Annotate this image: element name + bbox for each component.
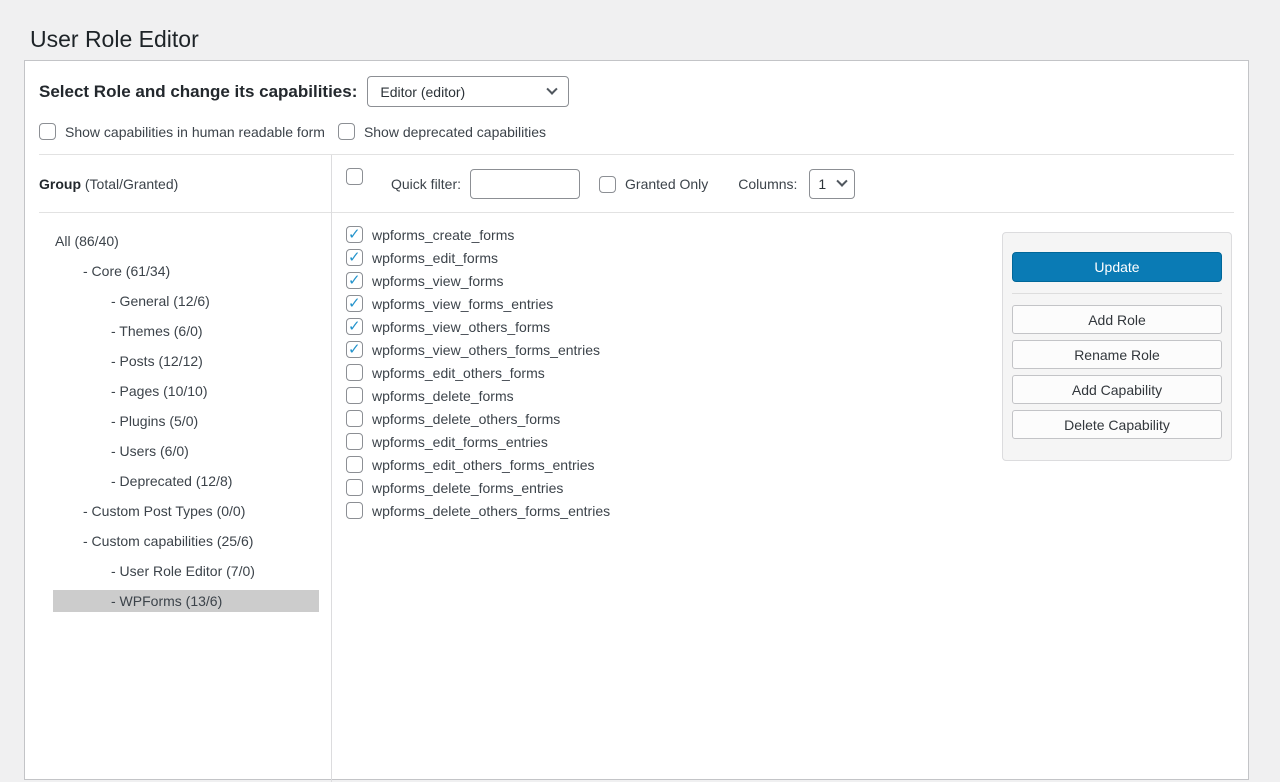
group-tree-item[interactable]: - WPForms (13/6) — [53, 590, 319, 612]
capability-checkbox[interactable] — [346, 295, 363, 312]
capability-checkbox[interactable] — [346, 410, 363, 427]
capability-label: wpforms_delete_forms_entries — [372, 480, 563, 496]
group-tree-item[interactable]: - Pages (10/10) — [53, 380, 319, 402]
select-all-checkbox[interactable] — [346, 168, 363, 185]
capability-row: wpforms_view_others_forms_entries — [346, 341, 610, 358]
role-section: Select Role and change its capabilities:… — [39, 61, 1234, 155]
quick-filter-label: Quick filter: — [391, 176, 461, 192]
capability-label: wpforms_view_forms — [372, 273, 503, 289]
capability-row: wpforms_delete_others_forms — [346, 410, 610, 427]
capability-row: wpforms_edit_forms — [346, 249, 610, 266]
secondary-actions: Add Role Rename Role Add Capability Dele… — [1012, 305, 1222, 439]
capability-row: wpforms_view_others_forms — [346, 318, 610, 335]
capability-label: wpforms_view_forms_entries — [372, 296, 553, 312]
granted-only-checkbox[interactable] — [599, 176, 616, 193]
group-tree-item[interactable]: - Plugins (5/0) — [53, 410, 319, 432]
capability-row: wpforms_edit_others_forms_entries — [346, 456, 610, 473]
granted-only-label: Granted Only — [625, 176, 708, 192]
capability-checkbox[interactable] — [346, 341, 363, 358]
columns-label: Columns: — [738, 176, 797, 192]
capability-label: wpforms_create_forms — [372, 227, 514, 243]
capability-row: wpforms_delete_others_forms_entries — [346, 502, 610, 519]
capability-checkbox[interactable] — [346, 249, 363, 266]
capability-label: wpforms_delete_others_forms_entries — [372, 503, 610, 519]
capability-checkbox[interactable] — [346, 318, 363, 335]
role-select-value: Editor (editor) — [380, 84, 548, 100]
groups-header: Group (Total/Granted) — [25, 155, 331, 213]
capability-row: wpforms_edit_others_forms — [346, 364, 610, 381]
capability-checkbox[interactable] — [346, 502, 363, 519]
groups-header-bold: Group — [39, 176, 81, 192]
actions-panel: Update Add Role Rename Role Add Capabili… — [1002, 232, 1232, 461]
capability-label: wpforms_edit_forms_entries — [372, 434, 548, 450]
groups-header-rest: (Total/Granted) — [81, 176, 178, 192]
capability-checkbox[interactable] — [346, 433, 363, 450]
capability-checkbox[interactable] — [346, 364, 363, 381]
group-tree-item[interactable]: - User Role Editor (7/0) — [53, 560, 319, 582]
capability-checkbox[interactable] — [346, 387, 363, 404]
show-deprecated-label: Show deprecated capabilities — [364, 124, 546, 140]
group-tree-item[interactable]: All (86/40) — [53, 230, 319, 252]
group-tree-item[interactable]: - Core (61/34) — [53, 260, 319, 282]
user-role-editor-panel: Select Role and change its capabilities:… — [24, 60, 1249, 780]
capability-label: wpforms_edit_others_forms_entries — [372, 457, 595, 473]
capability-label: wpforms_view_others_forms_entries — [372, 342, 600, 358]
capability-row: wpforms_create_forms — [346, 226, 610, 243]
group-tree-item[interactable]: - Posts (12/12) — [53, 350, 319, 372]
capabilities-column: Quick filter: Granted Only Columns: 1 — [332, 155, 1248, 782]
display-toggles-row: Show capabilities in human readable form… — [39, 123, 1234, 154]
chevron-down-icon — [837, 176, 848, 187]
group-tree-item[interactable]: - Deprecated (12/8) — [53, 470, 319, 492]
filter-bar: Quick filter: Granted Only Columns: 1 — [332, 155, 1248, 213]
group-tree-item[interactable]: - Custom capabilities (25/6) — [53, 530, 319, 552]
capability-checkbox[interactable] — [346, 479, 363, 496]
capabilities-list: wpforms_create_forms wpforms_edit_forms … — [346, 226, 610, 519]
capability-label: wpforms_edit_others_forms — [372, 365, 545, 381]
groups-column: Group (Total/Granted) All (86/40) - Core… — [25, 155, 332, 782]
capability-checkbox[interactable] — [346, 226, 363, 243]
columns-select-value: 1 — [818, 176, 832, 192]
capability-groups-tree: All (86/40) - Core (61/34) - General (12… — [25, 213, 331, 612]
rename-role-button[interactable]: Rename Role — [1012, 340, 1222, 369]
add-capability-button[interactable]: Add Capability — [1012, 375, 1222, 404]
capability-label: wpforms_delete_forms — [372, 388, 514, 404]
show-human-readable-checkbox[interactable] — [39, 123, 56, 140]
capability-label: wpforms_delete_others_forms — [372, 411, 560, 427]
chevron-down-icon — [547, 83, 558, 94]
columns-select[interactable]: 1 — [809, 169, 855, 199]
page-title: User Role Editor — [0, 0, 1280, 55]
show-deprecated-checkbox[interactable] — [338, 123, 355, 140]
quick-filter-input[interactable] — [470, 169, 580, 199]
capability-checkbox[interactable] — [346, 272, 363, 289]
capabilities-area: wpforms_create_forms wpforms_edit_forms … — [332, 213, 1248, 782]
select-role-label: Select Role and change its capabilities: — [39, 82, 357, 102]
group-tree-item[interactable]: - Themes (6/0) — [53, 320, 319, 342]
add-role-button[interactable]: Add Role — [1012, 305, 1222, 334]
group-tree-item[interactable]: - Users (6/0) — [53, 440, 319, 462]
main-area: Group (Total/Granted) All (86/40) - Core… — [25, 155, 1248, 782]
role-select-row: Select Role and change its capabilities:… — [39, 76, 1234, 107]
capability-checkbox[interactable] — [346, 456, 363, 473]
group-tree-item[interactable]: - General (12/6) — [53, 290, 319, 312]
group-tree-item[interactable]: - Custom Post Types (0/0) — [53, 500, 319, 522]
capability-label: wpforms_edit_forms — [372, 250, 498, 266]
actions-divider — [1012, 293, 1222, 294]
capability-row: wpforms_view_forms_entries — [346, 295, 610, 312]
delete-capability-button[interactable]: Delete Capability — [1012, 410, 1222, 439]
capability-label: wpforms_view_others_forms — [372, 319, 550, 335]
role-select[interactable]: Editor (editor) — [367, 76, 569, 107]
update-button[interactable]: Update — [1012, 252, 1222, 282]
capability-row: wpforms_delete_forms — [346, 387, 610, 404]
capability-row: wpforms_edit_forms_entries — [346, 433, 610, 450]
show-human-readable-label: Show capabilities in human readable form — [65, 124, 325, 140]
capability-row: wpforms_view_forms — [346, 272, 610, 289]
capability-row: wpforms_delete_forms_entries — [346, 479, 610, 496]
